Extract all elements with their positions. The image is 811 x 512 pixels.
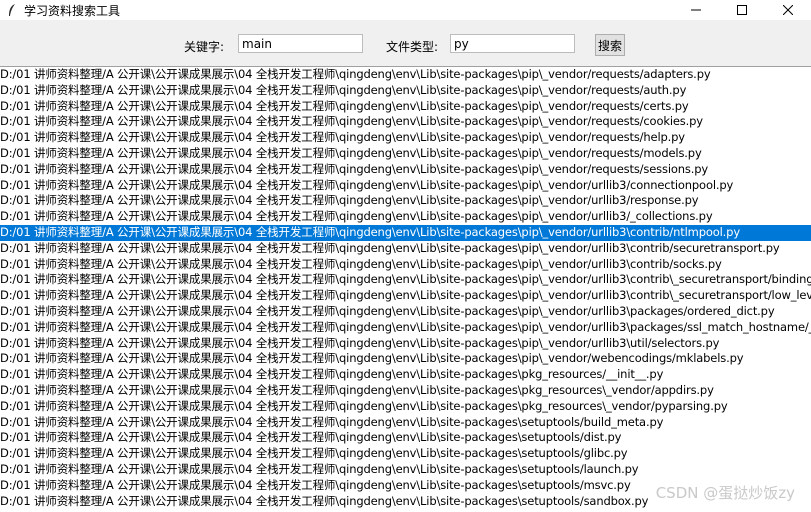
watermark: CSDN @蛋挞炒饭zy: [655, 484, 795, 502]
feather-icon: [4, 2, 20, 18]
list-item[interactable]: D:/01 讲师资料整理/A 公开课\公开课成果展示\04 全栈开发工程师\qi…: [0, 272, 811, 288]
list-item[interactable]: D:/01 讲师资料整理/A 公开课\公开课成果展示\04 全栈开发工程师\qi…: [0, 114, 811, 130]
filetype-input[interactable]: [450, 34, 575, 53]
search-toolbar: 关键字: 文件类型: 搜索: [0, 21, 811, 65]
list-item[interactable]: D:/01 讲师资料整理/A 公开课\公开课成果展示\04 全栈开发工程师\qi…: [0, 367, 811, 383]
list-item[interactable]: D:/01 讲师资料整理/A 公开课\公开课成果展示\04 全栈开发工程师\qi…: [0, 304, 811, 320]
list-item[interactable]: D:/01 讲师资料整理/A 公开课\公开课成果展示\04 全栈开发工程师\qi…: [0, 462, 811, 478]
maximize-button[interactable]: [719, 0, 765, 20]
list-item[interactable]: D:/01 讲师资料整理/A 公开课\公开课成果展示\04 全栈开发工程师\qi…: [0, 193, 811, 209]
list-item[interactable]: D:/01 讲师资料整理/A 公开课\公开课成果展示\04 全栈开发工程师\qi…: [0, 178, 811, 194]
list-item[interactable]: D:/01 讲师资料整理/A 公开课\公开课成果展示\04 全栈开发工程师\qi…: [0, 336, 811, 352]
list-item[interactable]: D:/01 讲师资料整理/A 公开课\公开课成果展示\04 全栈开发工程师\qi…: [0, 430, 811, 446]
list-item[interactable]: D:/01 讲师资料整理/A 公开课\公开课成果展示\04 全栈开发工程师\qi…: [0, 446, 811, 462]
filetype-label: 文件类型:: [386, 40, 439, 54]
minimize-button[interactable]: [673, 0, 719, 20]
list-item[interactable]: D:/01 讲师资料整理/A 公开课\公开课成果展示\04 全栈开发工程师\qi…: [0, 162, 811, 178]
list-item[interactable]: D:/01 讲师资料整理/A 公开课\公开课成果展示\04 全栈开发工程师\qi…: [0, 83, 811, 99]
list-item[interactable]: D:/01 讲师资料整理/A 公开课\公开课成果展示\04 全栈开发工程师\qi…: [0, 383, 811, 399]
list-item[interactable]: D:/01 讲师资料整理/A 公开课\公开课成果展示\04 全栈开发工程师\qi…: [0, 241, 811, 257]
results-listbox[interactable]: D:/01 讲师资料整理/A 公开课\公开课成果展示\04 全栈开发工程师\qi…: [0, 66, 811, 512]
list-item[interactable]: D:/01 讲师资料整理/A 公开课\公开课成果展示\04 全栈开发工程师\qi…: [0, 67, 811, 83]
list-item[interactable]: D:/01 讲师资料整理/A 公开课\公开课成果展示\04 全栈开发工程师\qi…: [0, 320, 811, 336]
list-item-selected[interactable]: D:/01 讲师资料整理/A 公开课\公开课成果展示\04 全栈开发工程师\qi…: [0, 224, 811, 241]
title-bar: 学习资料搜索工具: [0, 0, 811, 20]
list-item[interactable]: D:/01 讲师资料整理/A 公开课\公开课成果展示\04 全栈开发工程师\qi…: [0, 288, 811, 304]
close-button[interactable]: [765, 0, 811, 20]
list-item[interactable]: D:/01 讲师资料整理/A 公开课\公开课成果展示\04 全栈开发工程师\qi…: [0, 399, 811, 415]
search-button[interactable]: 搜索: [595, 34, 625, 56]
list-item[interactable]: D:/01 讲师资料整理/A 公开课\公开课成果展示\04 全栈开发工程师\qi…: [0, 351, 811, 367]
window-controls: [673, 0, 811, 20]
list-item[interactable]: D:/01 讲师资料整理/A 公开课\公开课成果展示\04 全栈开发工程师\qi…: [0, 130, 811, 146]
close-icon: [783, 5, 793, 15]
window-title: 学习资料搜索工具: [24, 3, 121, 18]
list-item[interactable]: D:/01 讲师资料整理/A 公开课\公开课成果展示\04 全栈开发工程师\qi…: [0, 209, 811, 225]
list-item[interactable]: D:/01 讲师资料整理/A 公开课\公开课成果展示\04 全栈开发工程师\qi…: [0, 99, 811, 115]
list-item[interactable]: D:/01 讲师资料整理/A 公开课\公开课成果展示\04 全栈开发工程师\qi…: [0, 415, 811, 431]
maximize-icon: [737, 5, 747, 15]
list-item[interactable]: D:/01 讲师资料整理/A 公开课\公开课成果展示\04 全栈开发工程师\qi…: [0, 257, 811, 273]
list-item[interactable]: D:/01 讲师资料整理/A 公开课\公开课成果展示\04 全栈开发工程师\qi…: [0, 146, 811, 162]
keyword-input[interactable]: [238, 34, 363, 53]
keyword-label: 关键字:: [184, 40, 225, 54]
minimize-icon: [691, 9, 701, 11]
